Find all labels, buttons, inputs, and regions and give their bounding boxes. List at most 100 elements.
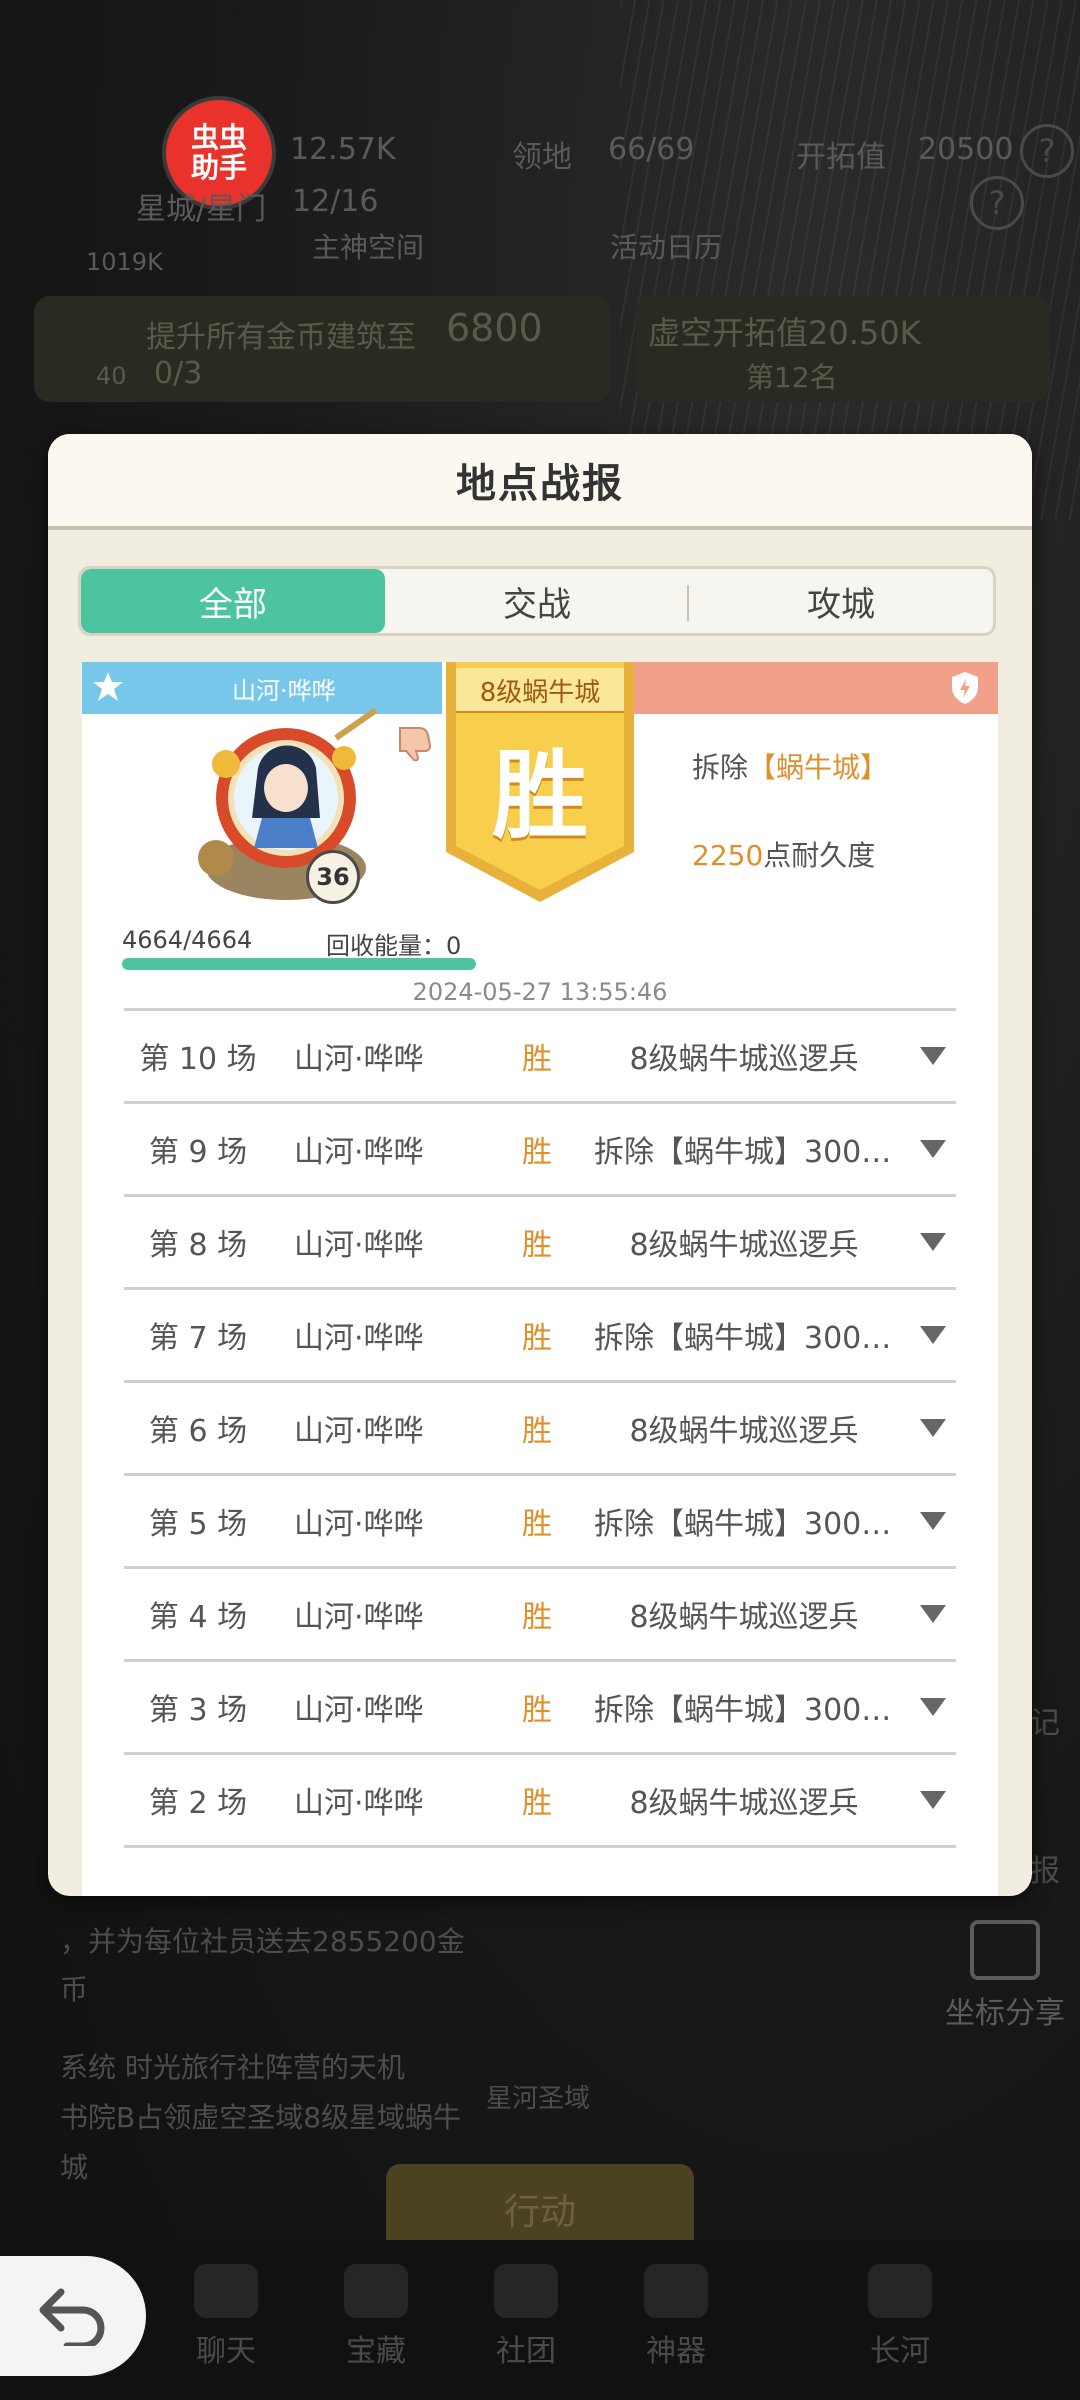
battle-row[interactable]: 第 8 场 山河·哗哗 胜 8级蜗牛城巡逻兵 [124, 1197, 956, 1290]
victory-banner: 8级蜗牛城 胜 [442, 662, 638, 902]
action-button-label: 行动 [503, 2192, 576, 2233]
battle-round: 第 3 场 [148, 1693, 248, 1728]
battle-round: 第 4 场 [148, 1600, 248, 1635]
attacker-name: 山河·哗哗 [232, 676, 336, 705]
battle-summary: 山河·哗哗 36 8级蜗牛城 胜 拆除【蜗牛城】 2250点耐久度 4664/4… [82, 662, 998, 1006]
expand-chevron-icon[interactable] [920, 1233, 946, 1251]
battle-row[interactable]: 第 6 场 山河·哗哗 胜 8级蜗牛城巡逻兵 [124, 1383, 956, 1476]
share-label: 坐标分享 [945, 1996, 1065, 2031]
battle-row[interactable]: 第 3 场 山河·哗哗 胜 拆除【蜗牛城】300 ... [124, 1662, 956, 1755]
battle-result: 胜 [522, 1414, 552, 1449]
event-calendar-link[interactable]: 活动日历 [610, 226, 722, 266]
energy-label: 回收能量： [326, 932, 446, 960]
expand-chevron-icon[interactable] [920, 1047, 946, 1065]
battle-result: 胜 [522, 1600, 552, 1635]
hp-bar-fill [122, 958, 476, 970]
battle-row[interactable]: 第 9 场 山河·哗哗 胜 拆除【蜗牛城】300 ... [124, 1104, 956, 1197]
nav-club[interactable]: 社团 [466, 2264, 586, 2370]
bottom-nav: 聊天 宝藏 社团 神器 长河 [0, 2240, 1080, 2400]
battle-row[interactable]: 第 2 场 山河·哗哗 胜 8级蜗牛城巡逻兵 [124, 1755, 956, 1848]
share-icon [970, 1920, 1040, 1980]
coordinate-share-button[interactable]: 坐标分享 [930, 1920, 1080, 2032]
battle-participant: 山河·哗哗 [294, 1321, 424, 1356]
durability-label: 点耐久度 [763, 839, 876, 872]
nav-label: 社团 [496, 2334, 556, 2369]
nav-label: 长河 [870, 2334, 930, 2369]
attacker-strip: 山河·哗哗 [82, 662, 442, 714]
battle-description: 拆除【蜗牛城】300 ... [594, 1507, 894, 1542]
resource-stat: 12.57K [290, 132, 396, 167]
battle-participant: 山河·哗哗 [294, 1228, 424, 1263]
battle-result: 胜 [522, 1135, 552, 1170]
thumbs-down-icon[interactable] [394, 722, 434, 762]
nav-artifact[interactable]: 神器 [616, 2264, 736, 2370]
chat-line: 系统 时光旅行社阵营的天机 [60, 2051, 405, 2084]
battle-report-dialog: 地点战报 全部 交战 攻城 山河·哗哗 36 8级蜗牛城 胜 拆除【蜗牛城】 2… [48, 434, 1032, 1896]
nav-chat[interactable]: 聊天 [166, 2264, 286, 2370]
tab-label: 交战 [503, 584, 571, 625]
tab-siege[interactable]: 攻城 [689, 569, 993, 633]
main-space-link[interactable]: 主神空间 [312, 226, 424, 266]
expand-chevron-icon[interactable] [920, 1605, 946, 1623]
filter-tabs: 全部 交战 攻城 [78, 566, 996, 636]
battle-result: 胜 [522, 1321, 552, 1356]
battle-participant: 山河·哗哗 [294, 1507, 424, 1542]
battle-row[interactable]: 第 7 场 山河·哗哗 胜 拆除【蜗牛城】300 ... [124, 1290, 956, 1383]
result-action-target: 【蜗牛城】 [748, 751, 889, 784]
help-icon[interactable]: ? [970, 176, 1024, 230]
recovered-energy: 回收能量：0 [326, 926, 461, 961]
task-left-value: 6800 [446, 306, 543, 350]
task-card-left[interactable]: 提升所有金币建筑至 6800 0/3 40 [34, 296, 610, 402]
battle-row[interactable]: 第 4 场 山河·哗哗 胜 8级蜗牛城巡逻兵 [124, 1569, 956, 1662]
territory-label: 领地 [512, 140, 572, 175]
expand-chevron-icon[interactable] [920, 1140, 946, 1158]
battle-round: 第 5 场 [148, 1507, 248, 1542]
club-icon [494, 2264, 558, 2318]
hero-level-badge: 36 [306, 850, 360, 904]
battle-description: 拆除【蜗牛城】300 ... [594, 1321, 894, 1356]
battle-result: 胜 [522, 1507, 552, 1542]
expand-chevron-icon[interactable] [920, 1326, 946, 1344]
nav-treasure[interactable]: 宝藏 [316, 2264, 436, 2370]
artifact-icon [644, 2264, 708, 2318]
battle-participant: 山河·哗哗 [294, 1786, 424, 1821]
battle-round: 第 6 场 [148, 1414, 248, 1449]
battle-description: 8级蜗牛城巡逻兵 [629, 1786, 859, 1821]
battle-description: 8级蜗牛城巡逻兵 [629, 1042, 859, 1077]
nav-label: 聊天 [196, 2334, 256, 2369]
exploration-label: 开拓值 [796, 140, 886, 175]
defender-strip [618, 662, 998, 714]
side-label[interactable]: 报 [1030, 1846, 1060, 1890]
battle-round: 第 2 场 [148, 1786, 248, 1821]
battle-round: 第 10 场 [139, 1042, 257, 1077]
hp-value: 4664/4664 [122, 926, 253, 954]
back-arrow-icon [39, 2288, 105, 2346]
chat-line: ，并为每位社员送去2855200金 [60, 1925, 465, 1958]
result-action: 拆除【蜗牛城】 [692, 746, 888, 786]
battle-round: 第 9 场 [148, 1135, 248, 1170]
tab-all[interactable]: 全部 [81, 569, 385, 633]
help-icon[interactable]: ? [1020, 124, 1074, 178]
battle-result: 胜 [522, 1693, 552, 1728]
expand-chevron-icon[interactable] [920, 1791, 946, 1809]
expand-chevron-icon[interactable] [920, 1419, 946, 1437]
tab-label: 攻城 [807, 584, 875, 625]
battle-round: 第 7 场 [148, 1321, 248, 1356]
battle-participant: 山河·哗哗 [294, 1600, 424, 1635]
battle-row[interactable]: 第 10 场 山河·哗哗 胜 8级蜗牛城巡逻兵 [124, 1011, 956, 1104]
expand-chevron-icon[interactable] [920, 1698, 946, 1716]
battle-row[interactable]: 第 5 场 山河·哗哗 胜 拆除【蜗牛城】300 ... [124, 1476, 956, 1569]
report-panel[interactable]: 山河·哗哗 36 8级蜗牛城 胜 拆除【蜗牛城】 2250点耐久度 4664/4… [82, 662, 998, 1896]
durability-value: 2250 [692, 839, 764, 872]
tab-engagement[interactable]: 交战 [385, 569, 689, 633]
battle-result: 胜 [522, 1042, 552, 1077]
back-button[interactable] [0, 2256, 146, 2376]
battle-participant: 山河·哗哗 [294, 1414, 424, 1449]
side-label[interactable]: 记 [1030, 1698, 1060, 1742]
battle-list: 第 10 场山河·哗哗胜 8级蜗牛城巡逻兵第 9 场山河·哗哗胜拆除【蜗牛城】30… [124, 1008, 956, 1848]
task-card-right[interactable]: 虚空开拓值20.50K 第12名 [636, 296, 1050, 402]
nav-river[interactable]: 长河 [840, 2264, 960, 2370]
battle-timestamp: 2024-05-27 13:55:46 [412, 978, 668, 1006]
chat-line: 币 [60, 1973, 89, 2006]
expand-chevron-icon[interactable] [920, 1512, 946, 1530]
